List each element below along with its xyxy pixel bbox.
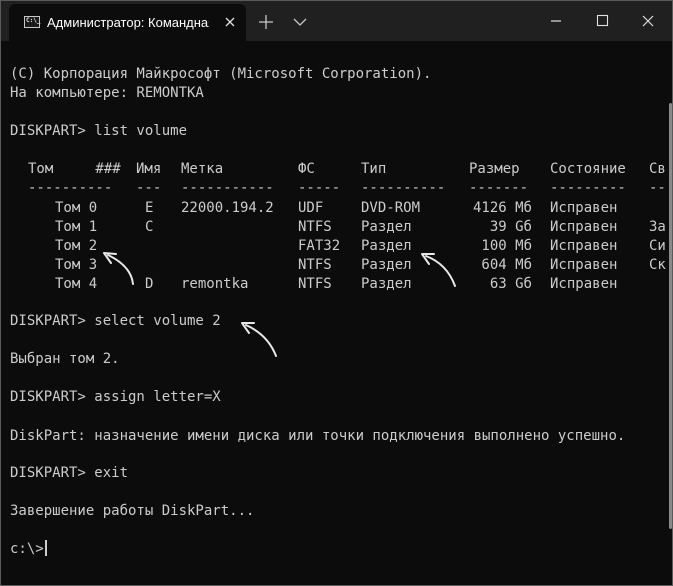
col-header-fs: ФС: [298, 161, 315, 177]
select-result-line: Выбран том 2.: [10, 351, 120, 367]
command-assign-letter: DISKPART> assign letter=X: [10, 389, 221, 405]
volume-label: remontka: [181, 276, 249, 292]
exit-result-line: Завершение работы DiskPart...: [10, 503, 255, 519]
volume-type: Раздел: [361, 276, 412, 292]
terminal-icon: C:\_: [24, 16, 40, 28]
maximize-icon: [596, 14, 609, 27]
volume-letter: C: [145, 219, 154, 235]
volume-letter: D: [145, 276, 154, 292]
copyright-line: (C) Корпорация Майкрософт (Microsoft Cor…: [10, 66, 432, 82]
volume-label: 22000.194.2: [181, 200, 274, 216]
tab-dropdown-button[interactable]: [285, 5, 315, 37]
col-header-size: Размер: [469, 161, 520, 177]
maximize-button[interactable]: [579, 1, 625, 41]
command-list-volume: DISKPART> list volume: [10, 123, 188, 139]
text-cursor: [45, 540, 47, 556]
col-header-volume: Том ###: [28, 161, 121, 177]
new-tab-button[interactable]: [251, 5, 281, 37]
volume-name: Том 0: [55, 200, 98, 216]
col-header-letter: Имя: [136, 161, 162, 177]
volume-size: 4126 Мб: [472, 200, 532, 216]
tab-command-prompt[interactable]: C:\_ Администратор: Командная ст: [9, 4, 246, 41]
chevron-down-icon: [293, 18, 307, 26]
volume-type: DVD-ROM: [361, 200, 421, 216]
volume-status: Исправен: [550, 219, 618, 235]
volume-status: Исправен: [550, 238, 618, 254]
col-separator: ---------: [550, 180, 626, 196]
vertical-scrollbar[interactable]: [665, 41, 672, 585]
volume-name: Том 2: [55, 238, 98, 254]
volume-size: 100 Мб: [481, 238, 532, 254]
volume-info: Ск: [649, 257, 666, 273]
command-select-volume: DISKPART> select volume 2: [10, 313, 221, 329]
col-header-status: Состояние: [550, 161, 626, 177]
computer-line: На компьютере: REMONTKA: [10, 85, 204, 101]
volume-fs: NTFS: [298, 219, 332, 235]
close-window-button[interactable]: [625, 1, 671, 41]
col-separator: -----: [298, 180, 341, 196]
volume-name: Том 1: [55, 219, 98, 235]
volume-status: Исправен: [550, 257, 618, 273]
volume-status: Исправен: [550, 200, 618, 216]
title-bar: C:\_ Администратор: Командная ст: [1, 1, 672, 41]
close-icon: [642, 15, 654, 27]
console-output[interactable]: (C) Корпорация Майкрософт (Microsoft Cor…: [1, 41, 672, 585]
volume-letter: E: [145, 200, 154, 216]
col-header-type: Тип: [361, 161, 387, 177]
command-exit: DISKPART> exit: [10, 465, 129, 481]
volume-fs: NTFS: [298, 257, 332, 273]
col-header-label: Метка: [181, 161, 224, 177]
minimize-button[interactable]: [533, 1, 579, 41]
scrollbar-thumb[interactable]: [669, 103, 672, 529]
volume-name: Том 4: [55, 276, 98, 292]
volume-size: 604 Мб: [481, 257, 532, 273]
volume-fs: NTFS: [298, 276, 332, 292]
col-separator: ----------: [361, 180, 446, 196]
volume-type: Раздел: [361, 219, 412, 235]
terminal-window: C:\_ Администратор: Командная ст: [0, 0, 673, 586]
volume-info: Си: [649, 238, 666, 254]
volume-size: 63 Gб: [489, 276, 532, 292]
command-prompt: c:\>: [10, 541, 44, 557]
tab-title: Администратор: Командная ст: [47, 15, 209, 30]
col-separator: ----------: [28, 180, 113, 196]
volume-type: Раздел: [361, 238, 412, 254]
volume-size: 39 Gб: [489, 219, 532, 235]
volume-fs: FAT32: [298, 238, 341, 254]
volume-type: Раздел: [361, 257, 412, 273]
plus-icon: [259, 15, 273, 29]
volume-status: Исправен: [550, 276, 618, 292]
col-separator: -------: [469, 180, 529, 196]
close-icon: [225, 17, 235, 27]
tab-close-button[interactable]: [219, 11, 241, 33]
volume-fs: UDF: [298, 200, 324, 216]
minimize-icon: [551, 20, 561, 22]
volume-info: За: [649, 219, 666, 235]
col-separator: -----------: [181, 180, 274, 196]
col-separator: --: [649, 180, 666, 196]
volume-name: Том 3: [55, 257, 98, 273]
col-separator: ---: [136, 180, 162, 196]
col-header-info: Св: [649, 161, 666, 177]
assign-result-line: DiskPart: назначение имени диска или точ…: [10, 428, 626, 444]
